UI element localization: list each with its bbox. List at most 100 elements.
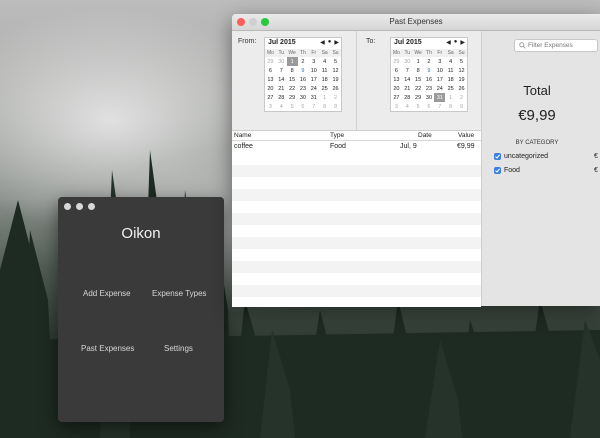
- calendar-day[interactable]: 8: [413, 66, 424, 75]
- minimize-button[interactable]: [76, 203, 83, 210]
- calendar-day[interactable]: 23: [424, 84, 435, 93]
- calendar-day[interactable]: 1: [286, 57, 298, 66]
- calendar-day[interactable]: 18: [445, 75, 456, 84]
- calendar-day[interactable]: 6: [265, 66, 276, 75]
- calendar-day[interactable]: 22: [287, 84, 298, 93]
- calendar-day[interactable]: 29: [391, 57, 402, 66]
- calendar-day[interactable]: 16: [424, 75, 435, 84]
- calendar-day[interactable]: 30: [402, 57, 413, 66]
- calendar-day[interactable]: 3: [434, 57, 445, 66]
- past-expenses-button[interactable]: Past Expenses: [81, 344, 134, 353]
- calendar-day[interactable]: 9: [424, 66, 435, 75]
- calendar-day[interactable]: 7: [308, 102, 319, 111]
- search-input[interactable]: [528, 41, 594, 49]
- calendar-day[interactable]: 8: [319, 102, 330, 111]
- calendar-day[interactable]: 10: [308, 66, 319, 75]
- calendar-day[interactable]: 25: [319, 84, 330, 93]
- calendar-day[interactable]: 28: [402, 93, 413, 102]
- calendar-day[interactable]: 19: [456, 75, 467, 84]
- calendar-day[interactable]: 6: [298, 102, 309, 111]
- calendar-day[interactable]: 8: [287, 66, 298, 75]
- calendar-day[interactable]: 2: [298, 57, 309, 66]
- calendar-day[interactable]: 15: [413, 75, 424, 84]
- calendar-day[interactable]: 4: [402, 102, 413, 111]
- calendar-day[interactable]: 26: [456, 84, 467, 93]
- prev-month-icon[interactable]: ◀: [446, 39, 451, 46]
- calendar-day[interactable]: 22: [413, 84, 424, 93]
- calendar-day[interactable]: 7: [276, 66, 287, 75]
- close-button[interactable]: [64, 203, 71, 210]
- calendar-day[interactable]: 24: [434, 84, 445, 93]
- calendar-day[interactable]: 27: [265, 93, 276, 102]
- calendar-day[interactable]: 4: [276, 102, 287, 111]
- calendar-day[interactable]: 4: [319, 57, 330, 66]
- calendar-day[interactable]: 9: [330, 102, 341, 111]
- calendar-day[interactable]: 3: [265, 102, 276, 111]
- calendar-day[interactable]: 7: [402, 66, 413, 75]
- calendar-day[interactable]: 30: [298, 93, 309, 102]
- zoom-button[interactable]: [88, 203, 95, 210]
- calendar-day[interactable]: 5: [413, 102, 424, 111]
- category-checkbox-uncategorized[interactable]: [494, 153, 501, 160]
- today-dot-icon[interactable]: ●: [454, 39, 458, 46]
- calendar-day[interactable]: 15: [287, 75, 298, 84]
- calendar-day[interactable]: 16: [298, 75, 309, 84]
- calendar-day[interactable]: 18: [319, 75, 330, 84]
- calendar-day[interactable]: 1: [445, 93, 456, 102]
- expense-types-button[interactable]: Expense Types: [152, 289, 207, 298]
- calendar-day[interactable]: 11: [445, 66, 456, 75]
- calendar-day[interactable]: 29: [413, 93, 424, 102]
- calendar-day[interactable]: 30: [276, 57, 287, 66]
- calendar-day[interactable]: 28: [276, 93, 287, 102]
- calendar-day[interactable]: 12: [456, 66, 467, 75]
- calendar-day[interactable]: 5: [456, 57, 467, 66]
- from-calendar[interactable]: Jul 2015 ◀ ● ▶ Mo Tu We Th Fr Sa Su 29 30 1 2 3 4 5 6 7…: [264, 37, 342, 112]
- prev-month-icon[interactable]: ◀: [320, 39, 325, 46]
- calendar-day[interactable]: 14: [402, 75, 413, 84]
- category-checkbox-food[interactable]: [494, 167, 501, 174]
- calendar-day[interactable]: 25: [445, 84, 456, 93]
- calendar-day[interactable]: 20: [391, 84, 402, 93]
- calendar-day[interactable]: 13: [391, 75, 402, 84]
- calendar-day[interactable]: 13: [265, 75, 276, 84]
- calendar-day[interactable]: 19: [330, 75, 341, 84]
- column-header-value[interactable]: Value: [458, 132, 474, 139]
- calendar-day[interactable]: 1: [413, 57, 424, 66]
- calendar-day[interactable]: 24: [308, 84, 319, 93]
- calendar-day[interactable]: 10: [434, 66, 445, 75]
- calendar-day[interactable]: 23: [298, 84, 309, 93]
- calendar-day[interactable]: 14: [276, 75, 287, 84]
- calendar-day[interactable]: 29: [265, 57, 276, 66]
- column-header-type[interactable]: Type: [330, 132, 344, 139]
- column-header-name[interactable]: Name: [234, 132, 251, 139]
- calendar-day[interactable]: 6: [424, 102, 435, 111]
- calendar-day[interactable]: 12: [330, 66, 341, 75]
- filter-expenses-search[interactable]: [514, 39, 598, 52]
- calendar-day[interactable]: 9: [456, 102, 467, 111]
- add-expense-button[interactable]: Add Expense: [83, 289, 131, 298]
- calendar-day[interactable]: 21: [276, 84, 287, 93]
- calendar-day[interactable]: 20: [265, 84, 276, 93]
- calendar-day[interactable]: 4: [445, 57, 456, 66]
- calendar-day[interactable]: 2: [330, 93, 341, 102]
- calendar-day[interactable]: 5: [330, 57, 341, 66]
- calendar-day[interactable]: 7: [434, 102, 445, 111]
- calendar-day[interactable]: 21: [402, 84, 413, 93]
- calendar-day[interactable]: 1: [319, 93, 330, 102]
- calendar-day[interactable]: 11: [319, 66, 330, 75]
- column-header-date[interactable]: Date: [418, 132, 432, 139]
- today-dot-icon[interactable]: ●: [328, 39, 332, 46]
- calendar-day[interactable]: 6: [391, 66, 402, 75]
- table-row[interactable]: coffee Food Jul, 9 €9,99: [232, 141, 481, 153]
- calendar-day[interactable]: 3: [391, 102, 402, 111]
- calendar-day[interactable]: 31: [434, 93, 446, 102]
- calendar-day[interactable]: 9: [298, 66, 309, 75]
- calendar-day[interactable]: 30: [424, 93, 435, 102]
- calendar-day[interactable]: 5: [287, 102, 298, 111]
- next-month-icon[interactable]: ▶: [334, 39, 339, 46]
- calendar-day[interactable]: 31: [308, 93, 319, 102]
- to-calendar[interactable]: Jul 2015 ◀ ● ▶ Mo Tu We Th Fr Sa Su 29 30 1 2 3 4 5 6 7…: [390, 37, 468, 112]
- calendar-day[interactable]: 3: [308, 57, 319, 66]
- settings-button[interactable]: Settings: [164, 344, 193, 353]
- next-month-icon[interactable]: ▶: [460, 39, 465, 46]
